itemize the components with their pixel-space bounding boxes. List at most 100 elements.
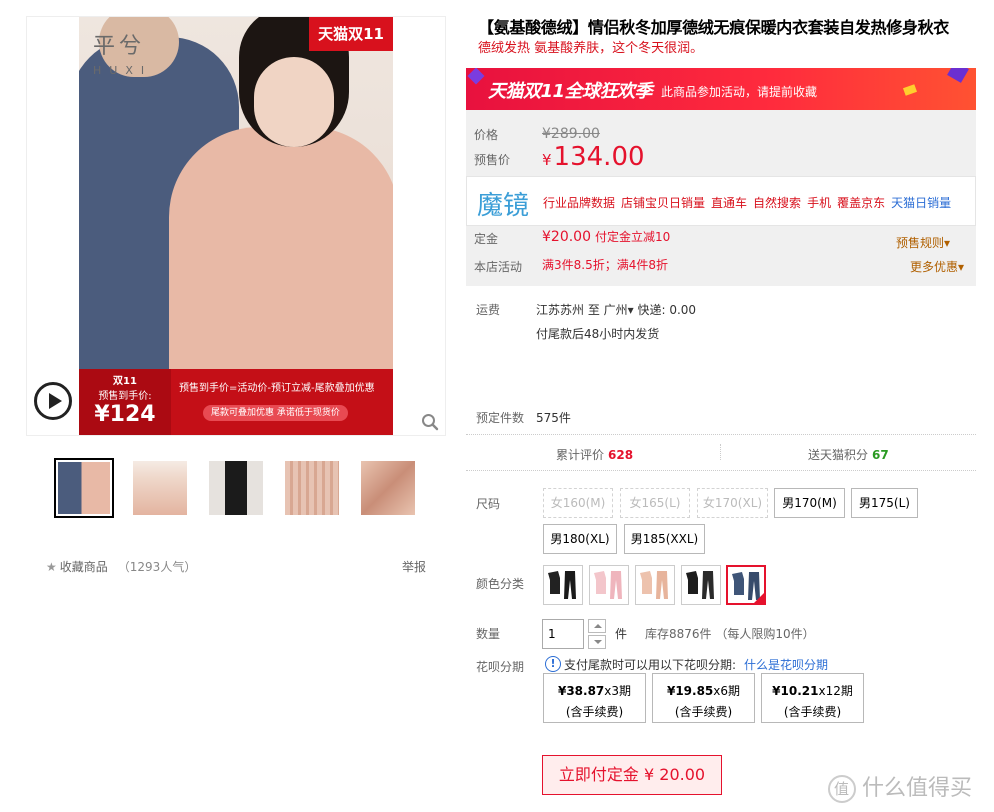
thumbnail-5[interactable] (358, 458, 418, 518)
huabei-help-link[interactable]: 什么是花呗分期 (744, 658, 828, 672)
reviews-stat[interactable]: 累计评价 628 (556, 446, 633, 463)
favorite-button[interactable]: 收藏商品 (60, 560, 108, 574)
installment-amount-line: ¥38.87x3期 (544, 682, 645, 699)
shipping-route: 江苏苏州 至 广州▾ 快递: 0.00 (536, 301, 696, 318)
price-label: 价格 (474, 128, 499, 142)
reserved-count: 575件 (536, 411, 571, 425)
report-link[interactable]: 举报 (402, 558, 426, 575)
size-option[interactable]: 男180(XL) (543, 524, 617, 554)
size-option[interactable]: 男175(L) (851, 488, 918, 518)
divider (466, 470, 976, 471)
banner-subtitle: 此商品参加活动，请提前收藏 (661, 85, 818, 99)
product-subtitle: 德绒发热 氨基酸养肤，这个冬天很润。 (478, 41, 704, 56)
tmall-double11-badge: 天猫双11 (309, 17, 393, 51)
size-option[interactable]: 男170(M) (774, 488, 845, 518)
size-option[interactable]: 女165(L) (620, 488, 690, 518)
installment-fee: (含手续费) (674, 705, 733, 719)
banner-title: 天猫双11全球狂欢季 (488, 81, 653, 102)
garment-icon (640, 571, 668, 599)
installment-period: x3期 (604, 684, 632, 698)
garment-icon (686, 571, 714, 599)
installment-option[interactable]: ¥38.87x3期 (含手续费) (543, 673, 646, 723)
confetti-icon (902, 84, 918, 96)
size-option[interactable]: 女170(XL) (697, 488, 768, 518)
mojing-links: 行业品牌数据 店铺宝贝日销量 直通车 自然搜索 手机 覆盖京东 天猫日销量 (543, 194, 957, 211)
quantity-decrease-button[interactable] (588, 635, 606, 649)
mojing-link[interactable]: 覆盖京东 (837, 196, 885, 210)
points-stat: 送天猫积分 67 (808, 446, 889, 463)
info-icon: ! (545, 656, 561, 672)
original-price: ¥289.00 (542, 126, 600, 142)
quantity-unit: 件 (615, 627, 628, 641)
color-swatch-black-2[interactable] (681, 565, 721, 605)
size-option[interactable]: 女160(M) (543, 488, 613, 518)
more-offers-link[interactable]: 更多优惠▾ (910, 258, 964, 275)
stock-info: 库存8876件 （每人限购10件） (645, 627, 815, 641)
zhi-logo-icon (828, 775, 856, 803)
size-option[interactable]: 男185(XXL) (624, 524, 705, 554)
confetti-icon (947, 68, 969, 83)
color-swatch-black[interactable] (543, 565, 583, 605)
deposit-note: 付定金立减10 (595, 230, 671, 244)
deposit-amount: ¥20.00 (542, 229, 591, 245)
promo-tag-sub: 预售到手价: (98, 391, 152, 402)
magnifier-icon[interactable] (421, 413, 439, 431)
selected-check-icon (753, 592, 764, 603)
brand-logo-text: 平兮 (93, 34, 146, 59)
quantity-label: 数量 (476, 627, 501, 641)
huabei-note: 支付尾款时可以用以下花呗分期: 什么是花呗分期 (564, 656, 828, 673)
product-title: 【氨基酸德绒】情侣秋冬加厚德绒无痕保暖内衣套装自发热修身秋衣 (478, 18, 950, 37)
shipping-destination-select[interactable]: 江苏苏州 至 广州▾ (536, 303, 634, 317)
thumbnail-image (133, 461, 187, 515)
installment-amount: ¥19.85 (666, 684, 714, 698)
mojing-link[interactable]: 直通车 (711, 196, 747, 210)
color-swatch-pink[interactable] (589, 565, 629, 605)
color-swatch-nude[interactable] (635, 565, 675, 605)
mojing-link[interactable]: 店铺宝贝日销量 (621, 196, 705, 210)
thumbnail-image (209, 461, 263, 515)
reviews-label: 累计评价 (556, 448, 605, 462)
reserved-label: 预定件数 (476, 411, 525, 425)
thumbnail-4[interactable] (282, 458, 342, 518)
installment-period: x12期 (818, 684, 853, 698)
reviews-count: 628 (608, 448, 634, 462)
thumbnail-1[interactable] (54, 458, 114, 518)
size-label: 尺码 (476, 497, 501, 511)
main-product-image[interactable]: 平兮 HUXI 天猫双11 双11 预售到手价: ¥124 预售到手价=活动价-… (79, 17, 393, 435)
shipping-fee: 快递: 0.00 (633, 303, 697, 317)
mojing-plugin-bar: 魔镜 行业品牌数据 店铺宝贝日销量 直通车 自然搜索 手机 覆盖京东 天猫日销量 (466, 176, 976, 226)
double11-banner[interactable]: 天猫双11全球狂欢季 此商品参加活动，请提前收藏 (466, 68, 976, 110)
points-label: 送天猫积分 (808, 448, 869, 462)
more-offers-label: 更多优惠 (909, 260, 958, 274)
thumbnail-3[interactable] (206, 458, 266, 518)
divider (466, 434, 976, 435)
shipping-route-text: 江苏苏州 至 广州 (536, 303, 628, 317)
installment-period: x6期 (713, 684, 741, 698)
promo-formula: 预售到手价=活动价-预订立减-尾款叠加优惠 (179, 383, 375, 394)
mojing-link-tmall-sales[interactable]: 天猫日销量 (891, 196, 951, 210)
pay-deposit-button[interactable]: 立即付定金 ¥ 20.00 (542, 755, 722, 795)
presale-price: ¥134.00 (542, 142, 645, 172)
thumbnail-image (285, 461, 339, 515)
play-icon[interactable] (34, 382, 72, 420)
installment-amount: ¥38.87 (557, 684, 605, 698)
promo-pill: 尾款可叠加优惠 承诺低于现货价 (203, 405, 348, 421)
mojing-link[interactable]: 手机 (807, 196, 831, 210)
color-swatch-navy[interactable] (726, 565, 766, 605)
mojing-link[interactable]: 自然搜索 (753, 196, 801, 210)
quantity-input[interactable]: 1 (542, 619, 584, 649)
quantity-increase-button[interactable] (588, 619, 606, 633)
brand-logo-sub: HUXI (93, 64, 153, 77)
thumbnail-2[interactable] (130, 458, 190, 518)
garment-icon (594, 571, 622, 599)
confetti-icon (467, 68, 485, 85)
promo-price-tag: 双11 预售到手价: ¥124 (79, 369, 171, 435)
installment-option[interactable]: ¥19.85x6期 (含手续费) (652, 673, 755, 723)
installment-option[interactable]: ¥10.21x12期 (含手续费) (761, 673, 864, 723)
thumbnail-image (361, 461, 415, 515)
mojing-link[interactable]: 行业品牌数据 (543, 196, 615, 210)
star-icon[interactable]: ★ (46, 560, 57, 574)
shipping-label: 运费 (476, 303, 501, 317)
shipping-note: 付尾款后48小时内发货 (536, 327, 660, 341)
presale-rules-link[interactable]: 预售规则▾ (896, 234, 950, 251)
